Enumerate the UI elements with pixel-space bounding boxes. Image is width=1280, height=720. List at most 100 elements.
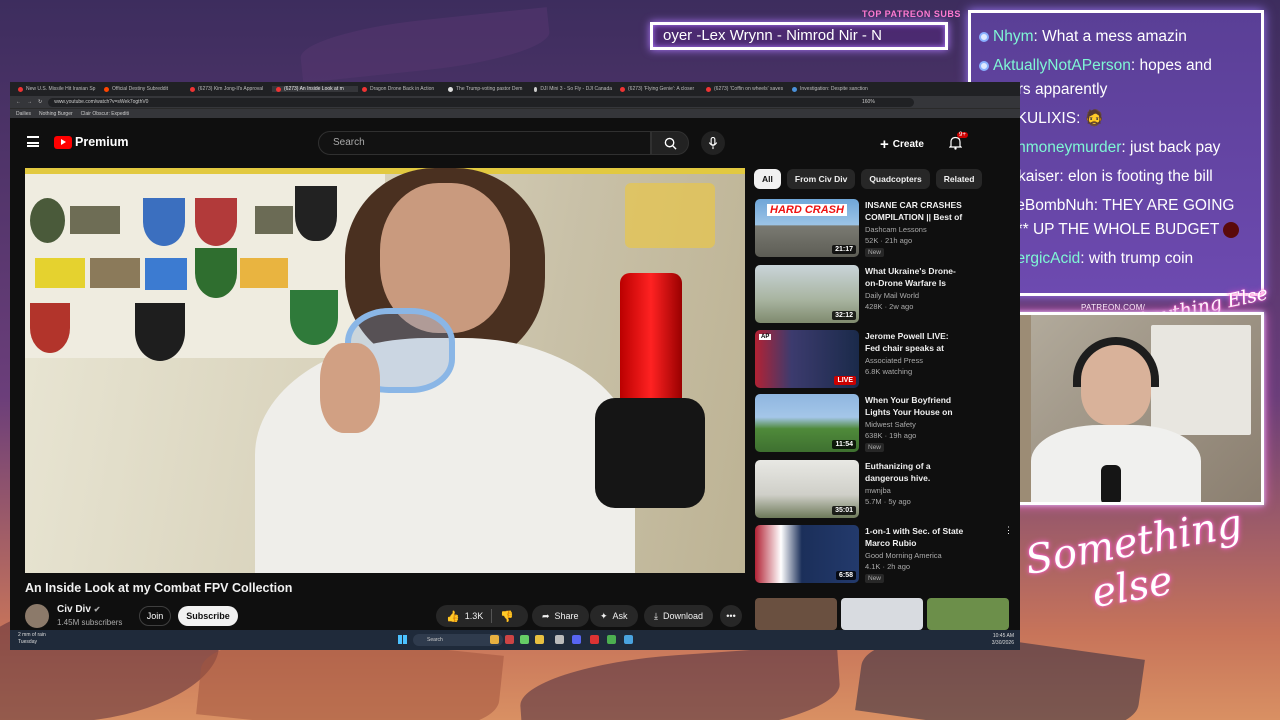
chip-related[interactable]: Related (935, 169, 983, 189)
browser-tab-active[interactable]: (6273) An Inside Look at m (272, 86, 358, 92)
download-label: Download (662, 611, 704, 621)
tab-favicon-icon (190, 86, 195, 92)
windows-start-icon[interactable] (398, 635, 407, 644)
taskbar-app-icon[interactable] (535, 635, 544, 644)
youtube-brand: Premium (75, 135, 129, 149)
tab-label: (6273) 'Flying Genie': A closer (628, 86, 695, 92)
notifications-button[interactable]: 9+ (948, 132, 968, 155)
video-title: Euthanizing of a dangerous hive. (865, 461, 931, 483)
voice-search-button[interactable] (701, 131, 725, 155)
browser-tab[interactable]: New U.S. Missile Hit Iranian Sp (14, 86, 100, 92)
thumbnail-caption: HARD CRASH (767, 204, 847, 216)
bookmark-item[interactable]: Dailies (16, 111, 31, 117)
patch (35, 258, 85, 288)
short-thumbnail[interactable] (841, 598, 923, 630)
tab-favicon-icon (620, 86, 625, 92)
ask-label: Ask (612, 611, 628, 621)
chip-from-channel[interactable]: From Civ Div (786, 169, 856, 189)
chat-message: AktuallyNotAPerson: hopes and prayers ap… (979, 54, 1253, 102)
more-options-icon[interactable]: ⋮ (1004, 525, 1013, 536)
tab-label: The Trump-voting pastor Dem (456, 86, 523, 92)
recommended-video[interactable]: AP LIVE Jerome Powell LIVE: Fed chair sp… (755, 330, 1015, 390)
chat-message: OweBombNuh: THEY ARE GOING TO **** UP TH… (979, 194, 1253, 242)
tab-label: Investigation: Despite sanction (800, 86, 868, 92)
browser-tab[interactable]: (6273) Kim Jong-Il's Approval (186, 86, 272, 92)
subscriber-count: 1.45M subscribers (57, 618, 123, 627)
background-leaf (517, 643, 843, 720)
back-icon[interactable]: ← (16, 99, 21, 105)
short-thumbnail[interactable] (927, 598, 1009, 630)
bookmark-item[interactable]: Nothing Burger (39, 111, 73, 117)
share-button[interactable]: ➦ Share (532, 605, 589, 627)
short-thumbnail[interactable] (755, 598, 837, 630)
presenter-hand (320, 343, 380, 433)
browser-tab[interactable]: Official Destiny Subreddit (100, 86, 186, 92)
browser-tab[interactable]: Dragon Drone Back in Action (358, 86, 444, 92)
video-duration: 6:58 (835, 571, 856, 580)
search-input[interactable]: Search (318, 131, 651, 155)
menu-icon[interactable] (27, 136, 39, 147)
chat-message: LysergicAcid: with trump coin (979, 247, 1253, 271)
patch (143, 198, 185, 246)
browser-tab[interactable]: (6273) 'Coffin on wheels' saves (702, 86, 788, 92)
subscribe-button[interactable]: Subscribe (178, 606, 238, 626)
taskbar-app-icon[interactable] (520, 635, 529, 644)
chip-all[interactable]: All (754, 169, 781, 189)
browser-tab[interactable]: The Trump-voting pastor Dem (444, 86, 530, 92)
search-button[interactable] (651, 131, 689, 155)
recommended-video[interactable]: 32:12 What Ukraine's Drone-on-Drone Warf… (755, 265, 1015, 325)
recommended-video[interactable]: 11:54 When Your Boyfriend Lights Your Ho… (755, 394, 1015, 454)
browser-tab[interactable]: (6273) 'Flying Genie': A closer (616, 86, 702, 92)
video-meta: 638K · 19h ago (865, 431, 917, 440)
brand-logo-bottom: Something else (1022, 501, 1253, 627)
forward-icon[interactable]: → (27, 99, 32, 105)
taskbar-app-icon[interactable] (490, 635, 499, 644)
url-field[interactable]: www.youtube.com/watch?v=sWek7ogthV0 (48, 97, 914, 107)
thumbs-down-icon[interactable]: 👎 (500, 610, 514, 623)
browser-tab[interactable]: Investigation: Despite sanction (788, 86, 874, 92)
create-button[interactable]: + Create (880, 133, 924, 155)
join-button[interactable]: Join (139, 606, 171, 626)
flag-strip (25, 168, 745, 174)
channel-name-text: Civ Div (57, 604, 91, 615)
bell-icon (948, 136, 963, 150)
bookmark-item[interactable]: Clair Obscur: Expediti (81, 111, 129, 117)
taskbar-app-icon[interactable] (505, 635, 514, 644)
taskbar-app-icon[interactable] (590, 635, 599, 644)
taskbar-app-icon[interactable] (572, 635, 581, 644)
browser-tab[interactable]: DJI Mini 3 - So Fly - DJI Canada (530, 86, 616, 92)
recommended-video[interactable]: 6:58 1-on-1 with Sec. of State Marco Rub… (755, 525, 1015, 585)
tab-label: DJI Mini 3 - So Fly - DJI Canada (540, 86, 612, 92)
taskbar-app-icon[interactable] (607, 635, 616, 644)
recommended-video[interactable]: 35:01 Euthanizing of a dangerous hive. m… (755, 460, 1015, 520)
tab-label: New U.S. Missile Hit Iranian Sp (26, 86, 96, 92)
taskbar-app-icon[interactable] (555, 635, 564, 644)
reload-icon[interactable]: ↻ (38, 99, 42, 105)
video-player[interactable] (25, 168, 745, 573)
video-thumbnail: AP LIVE (755, 330, 859, 388)
more-actions-button[interactable]: ••• (720, 605, 742, 627)
video-duration: 35:01 (832, 506, 856, 515)
tab-favicon-icon (792, 86, 797, 92)
tab-favicon-icon (362, 86, 367, 92)
taskbar-app-icon[interactable] (624, 635, 633, 644)
ask-button[interactable]: ✦ Ask (590, 605, 638, 627)
youtube-logo[interactable]: Premium (54, 135, 129, 149)
patch (135, 303, 185, 361)
chat-text: : elon is footing the bill (1059, 168, 1213, 185)
channel-avatar[interactable] (25, 604, 49, 628)
tab-label: (6273) An Inside Look at m (284, 86, 344, 92)
recommended-video[interactable]: HARD CRASH 21:17 INSANE CAR CRASHES COMP… (755, 199, 1015, 259)
zoom-level[interactable]: 160% (862, 99, 875, 105)
channel-name[interactable]: Civ Div ✔ (57, 604, 100, 615)
download-icon: ⤓ (654, 610, 658, 621)
patch (90, 258, 140, 288)
channel-name: Midwest Safety (865, 420, 916, 429)
chip-quadcopters[interactable]: Quadcopters (861, 169, 930, 189)
top-patreon-subs-label: TOP PATREON SUBS (862, 9, 961, 19)
taskbar-clock[interactable]: 10:45 AM 3/30/2026 (992, 633, 1014, 647)
like-button[interactable]: 👍 1.3K 👎 (436, 605, 528, 627)
patch (240, 258, 288, 288)
download-button[interactable]: ⤓ Download (644, 605, 714, 627)
weather-widget[interactable]: 2 mm of rain Tuesday (18, 632, 46, 646)
